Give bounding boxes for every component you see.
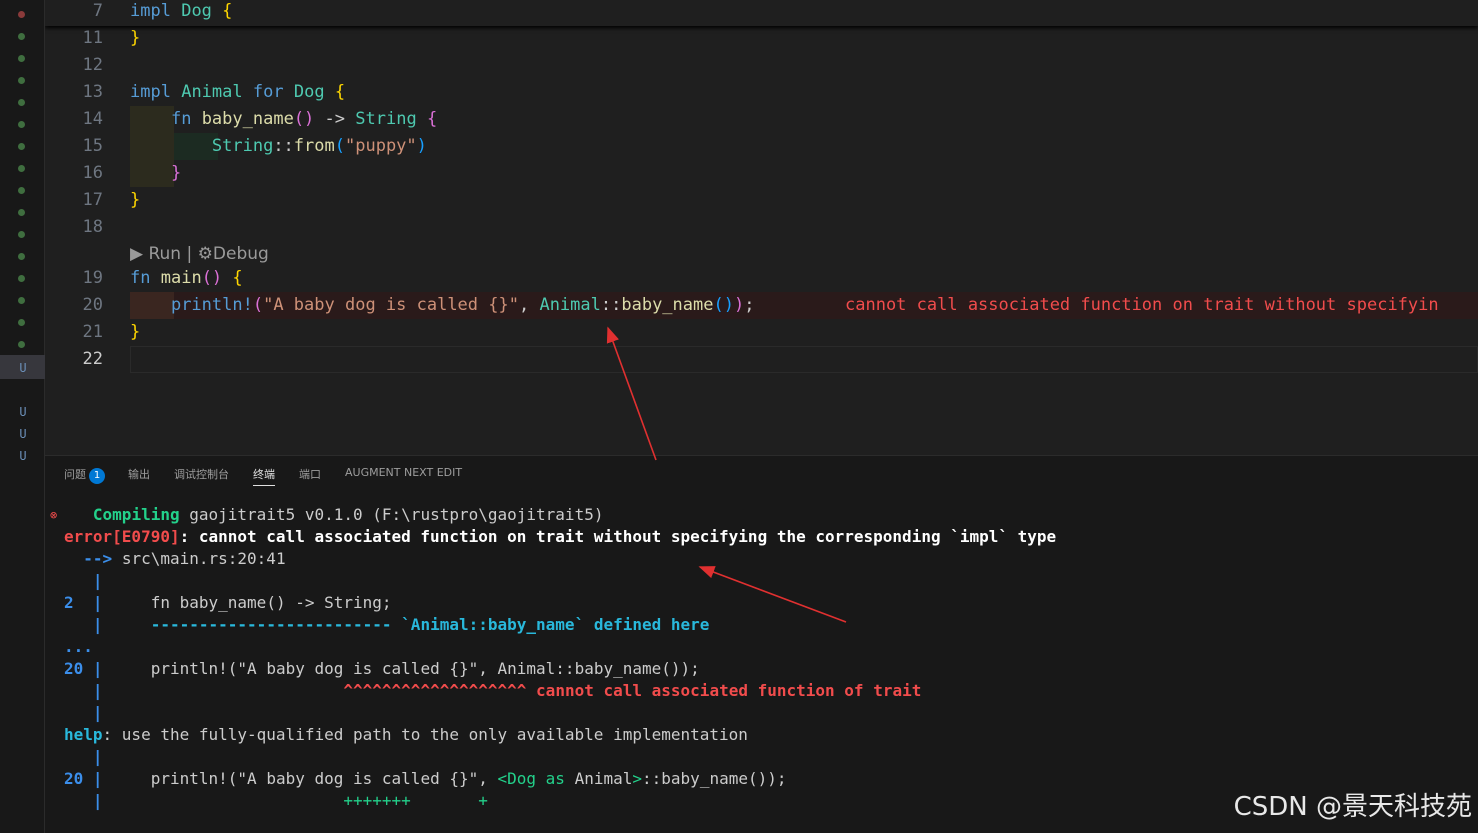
code-text: } <box>170 163 182 183</box>
bottom-panel: 问题 1 输出 调试控制台 终端 端口 AUGMENT NEXT EDIT ⊗ C… <box>45 455 1478 833</box>
terminal-line: | ------------------------- `Animal::bab… <box>92 615 710 634</box>
terminal-line: help: use the fully-qualified path to th… <box>64 725 748 744</box>
terminal-line: | <box>92 571 103 590</box>
line-number: 11 <box>82 28 103 48</box>
added-dot <box>18 33 25 40</box>
code-line[interactable]: 19 fn main() { <box>45 265 1478 292</box>
git-decoration-strip: U U U U <box>0 0 45 833</box>
modified-dot <box>18 11 25 18</box>
tab-debug-console[interactable]: 调试控制台 <box>174 466 229 482</box>
tab-augment-next-edit[interactable]: AUGMENT NEXT EDIT <box>345 466 462 479</box>
code-text: fn main() { <box>130 268 243 288</box>
added-dot <box>18 77 25 84</box>
terminal-line: | <box>92 703 103 722</box>
codelens-separator: | <box>186 244 193 264</box>
codelens: ▶ Run | ⚙Debug <box>130 242 269 266</box>
added-dot <box>18 143 25 150</box>
code-text: } <box>130 190 141 210</box>
line-number: 15 <box>82 136 103 156</box>
problems-count-badge: 1 <box>89 468 105 484</box>
added-dot <box>18 187 25 194</box>
code-line[interactable]: 15 String::from("puppy") <box>45 133 1478 160</box>
added-dot <box>18 275 25 282</box>
run-icon[interactable]: ▶ <box>130 244 143 264</box>
code-line-current[interactable]: 22 <box>45 346 1478 373</box>
terminal-line: 20 | println!("A baby dog is called {}",… <box>64 769 787 788</box>
added-dot <box>18 165 25 172</box>
code-line[interactable]: 17 } <box>45 187 1478 214</box>
tab-ports[interactable]: 端口 <box>299 466 321 482</box>
code-text: fn baby_name() -> String { <box>170 109 438 129</box>
line-number: 22 <box>82 349 103 369</box>
untracked-marker: U <box>19 427 27 441</box>
run-link[interactable]: Run <box>148 244 181 264</box>
line-number: 12 <box>82 55 103 75</box>
panel-tabs: 问题 1 输出 调试控制台 终端 端口 AUGMENT NEXT EDIT <box>45 456 1478 492</box>
line-number: 19 <box>82 268 103 288</box>
debug-link[interactable]: Debug <box>213 244 269 264</box>
tab-terminal[interactable]: 终端 <box>253 466 275 486</box>
code-line[interactable]: 13 impl Animal for Dog { <box>45 79 1478 106</box>
added-dot <box>18 99 25 106</box>
untracked-marker: U <box>19 449 27 463</box>
untracked-marker: U <box>19 361 27 375</box>
code-line[interactable]: 21 } <box>45 319 1478 346</box>
code-text: String::from("puppy") <box>211 136 427 156</box>
added-dot <box>18 209 25 216</box>
line-number: 16 <box>82 163 103 183</box>
sticky-scroll-header[interactable]: 7 impl Dog { <box>45 0 1478 26</box>
added-dot <box>18 297 25 304</box>
sticky-code: impl Dog { <box>130 1 233 21</box>
untracked-marker: U <box>19 405 27 419</box>
inline-error-message: cannot call associated function on trait… <box>845 295 1439 315</box>
code-line[interactable]: 16 } <box>45 160 1478 187</box>
terminal-line: | +++++++ + <box>92 791 488 810</box>
terminal-line: Compiling gaojitrait5 v0.1.0 (F:\rustpro… <box>92 505 604 524</box>
code-editor[interactable]: 7 impl Dog { 11 } 12 13 impl Animal for … <box>45 0 1478 455</box>
terminal-output[interactable]: Compiling gaojitrait5 v0.1.0 (F:\rustpro… <box>64 504 1056 812</box>
added-dot <box>18 231 25 238</box>
code-text: impl Animal for Dog { <box>130 82 346 102</box>
code-line[interactable]: 14 fn baby_name() -> String { <box>45 106 1478 133</box>
line-number: 13 <box>82 82 103 102</box>
terminal-line: 20 | println!("A baby dog is called {}",… <box>64 659 700 678</box>
gear-icon[interactable]: ⚙ <box>198 244 213 264</box>
added-dot <box>18 121 25 128</box>
code-line[interactable]: 11 } <box>45 25 1478 52</box>
line-number: 21 <box>82 322 103 342</box>
terminal-line: 2 | fn baby_name() -> String; <box>64 593 392 612</box>
line-number: 7 <box>92 1 103 21</box>
code-text: println!("A baby dog is called {}", Anim… <box>170 295 755 315</box>
error-icon: ⊗ <box>50 508 58 522</box>
added-dot <box>18 319 25 326</box>
code-text: } <box>130 28 141 48</box>
terminal-line: | ^^^^^^^^^^^^^^^^^^^ cannot call associ… <box>92 681 922 700</box>
code-line[interactable]: 18 <box>45 214 1478 241</box>
watermark: CSDN @景天科技苑 <box>1233 792 1472 822</box>
line-number: 17 <box>82 190 103 210</box>
code-line[interactable]: 12 <box>45 52 1478 79</box>
line-number: 18 <box>82 217 103 237</box>
added-dot <box>18 253 25 260</box>
terminal-line: error[E0790]: cannot call associated fun… <box>64 527 1057 546</box>
code-text: } <box>130 322 141 342</box>
added-dot <box>18 55 25 62</box>
terminal-line: ... <box>64 637 93 656</box>
line-number: 20 <box>82 295 103 315</box>
added-dot <box>18 341 25 348</box>
terminal-line: | <box>92 747 103 766</box>
tab-output[interactable]: 输出 <box>128 466 150 482</box>
terminal-line: --> src\main.rs:20:41 <box>83 549 286 568</box>
tab-problems[interactable]: 问题 1 <box>64 466 105 484</box>
line-number: 14 <box>82 109 103 129</box>
